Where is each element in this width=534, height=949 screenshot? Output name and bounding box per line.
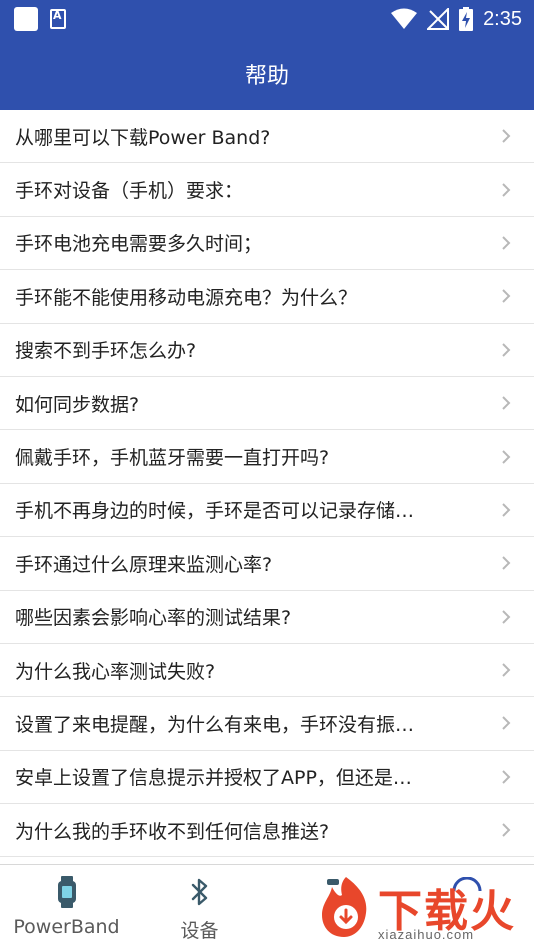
status-notifications <box>14 7 66 31</box>
help-item-label: 为什么我的手环收不到任何信息推送? <box>15 820 330 843</box>
help-list-item[interactable]: 手机不再身边的时候，手环是否可以记录存储… <box>0 483 534 538</box>
help-list-item[interactable]: 手环能不能使用移动电源充电？为什么？ <box>0 270 534 324</box>
wifi-icon <box>391 8 418 29</box>
help-item-label: 如何同步数据? <box>15 393 140 416</box>
help-list-item[interactable]: 手环通过什么原理来监测心率? <box>0 537 534 591</box>
help-list-item[interactable]: 从哪里可以下载Power Band? <box>0 110 534 164</box>
chevron-right-icon <box>502 503 511 517</box>
help-item-label: 手机不再身边的时候，手环是否可以记录存储… <box>15 500 415 523</box>
chevron-right-icon <box>502 823 511 837</box>
chevron-right-icon <box>502 609 511 624</box>
help-list-item[interactable]: 如何同步数据? <box>0 376 534 431</box>
help-item-label: 设置了来电提醒，为什么有来电，手环没有振… <box>15 713 415 736</box>
chevron-right-icon <box>502 236 511 250</box>
chevron-right-icon <box>502 716 511 731</box>
status-indicators: 2:35 <box>391 5 522 33</box>
help-list-item[interactable]: 手环电池充电需要多久时间； <box>0 216 534 271</box>
watermark-domain: xiazaihuo.com <box>378 927 475 942</box>
help-item-label: 安卓上设置了信息提示并授权了APP，但还是… <box>15 767 412 790</box>
notification-app-icon <box>14 7 38 31</box>
chevron-right-icon <box>502 770 511 784</box>
chevron-right-icon <box>502 449 511 464</box>
page-title: 帮助 <box>244 64 289 89</box>
help-list-item[interactable]: 为什么我的手环收不到任何信息推送? <box>0 804 534 858</box>
nav-label-device: 设备 <box>180 920 219 942</box>
help-item-label: 哪些因素会影响心率的测试结果? <box>15 607 292 630</box>
help-list-item[interactable]: 手环对设备（手机）要求： <box>0 163 534 217</box>
help-list-item[interactable]: 哪些因素会影响心率的测试结果? <box>0 590 534 644</box>
help-list-item[interactable]: 佩戴手环，手机蓝牙需要一直打开吗? <box>0 430 534 484</box>
chevron-right-icon <box>502 663 511 677</box>
chevron-right-icon <box>502 396 511 410</box>
help-list-item[interactable]: 设置了来电提醒，为什么有来电，手环没有振… <box>0 697 534 751</box>
no-signal-icon <box>427 8 450 30</box>
bottom-nav: PowerBand 设备 下载火 xiazaihuo.com <box>0 864 534 949</box>
help-item-label: 手环通过什么原理来监测心率? <box>15 553 273 576</box>
help-item-label: 为什么我心率测试失败? <box>15 660 216 683</box>
chevron-right-icon <box>502 129 511 143</box>
nav-label-powerband: PowerBand <box>13 916 120 938</box>
bluetooth-icon <box>191 875 209 909</box>
help-item-label: 搜索不到手环怎么办? <box>15 340 197 363</box>
chevron-right-icon <box>502 289 511 304</box>
band-icon <box>57 875 77 909</box>
help-list-item[interactable]: 为什么我心率测试失败? <box>0 643 534 698</box>
nav-item-device[interactable]: 设备 <box>133 865 266 949</box>
chevron-right-icon <box>502 182 511 197</box>
watermark: 下载火 xiazaihuo.com <box>316 867 534 949</box>
help-item-label: 从哪里可以下载Power Band? <box>15 126 271 149</box>
help-item-label: 手环对设备（手机）要求： <box>15 180 244 203</box>
help-list-item[interactable]: 搜索不到手环怎么办? <box>0 323 534 377</box>
help-item-label: 手环能不能使用移动电源充电？为什么？ <box>15 286 358 309</box>
status-time: 2:35 <box>483 7 522 30</box>
app-bar: 帮助 <box>0 38 534 110</box>
chevron-right-icon <box>502 343 511 357</box>
notification-text-icon <box>50 9 66 29</box>
help-list: 从哪里可以下载Power Band? 手环对设备（手机）要求： 手环电池充电需要多久… <box>0 110 534 858</box>
nav-item-powerband[interactable]: PowerBand <box>0 865 133 949</box>
watermark-logo-icon <box>322 877 367 937</box>
status-bar: 2:35 <box>0 0 534 38</box>
help-item-label: 佩戴手环，手机蓝牙需要一直打开吗? <box>15 447 330 470</box>
help-list-item[interactable]: 安卓上设置了信息提示并授权了APP，但还是… <box>0 750 534 805</box>
chevron-right-icon <box>502 556 511 571</box>
help-item-label: 手环电池充电需要多久时间； <box>15 233 263 256</box>
battery-charging-icon <box>459 7 474 31</box>
